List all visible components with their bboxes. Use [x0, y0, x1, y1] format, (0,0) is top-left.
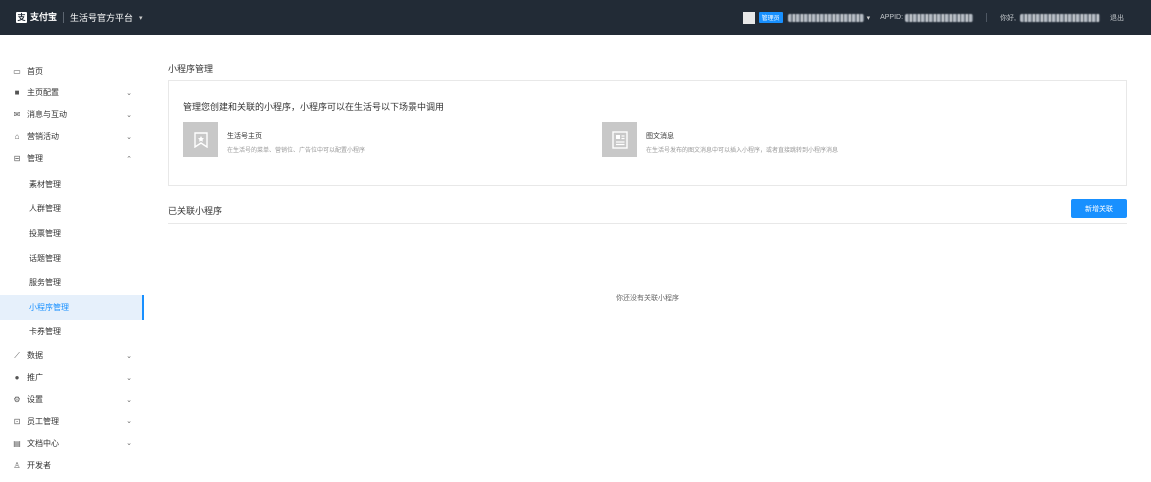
chevron-down-icon[interactable]: ⌄ [126, 352, 132, 360]
mail-icon: ✉ [13, 110, 21, 120]
grid-icon: ■ [14, 88, 20, 98]
sidebar-item-top-0[interactable]: ▭ 首页 [0, 60, 144, 82]
sidebar-item-label: 营销活动 [27, 132, 59, 142]
linked-section-title: 已关联小程序 [168, 206, 223, 216]
logo[interactable]: 支 支付宝 [16, 12, 57, 23]
main-content: 小程序管理 管理您创建和关联的小程序，小程序可以在生活号以下场景中调用 生活号主… [144, 35, 1151, 482]
chevron-up-icon[interactable]: ⌃ [126, 155, 132, 163]
alipay-logo-icon: 支 [16, 12, 27, 23]
promote-icon: ● [14, 373, 20, 383]
admin-badge: 管理员 [758, 12, 783, 23]
chevron-down-icon[interactable]: ⌄ [126, 439, 132, 447]
feature-title: 生活号主页 [227, 133, 262, 140]
intro-title: 管理您创建和关联的小程序，小程序可以在生活号以下场景中调用 [183, 102, 445, 112]
sidebar: ▭ 首页 ■ 主页配置 ⌄ ✉ 消息与互动 ⌄ ⌂ 营销活动 ⌄ ⊟ 管理 ⌃ 素材管理 人群管理 投票管理 话题… [0, 35, 144, 482]
feature-desc: 在生活号发布的图文消息中可以插入小程序，或者直接跳转到小程序消息 [646, 148, 839, 154]
sidebar-item-bottom-5[interactable]: ♙ 开发者 [0, 454, 144, 476]
sidebar-item-top-1[interactable]: ■ 主页配置 ⌄ [0, 82, 144, 104]
chevron-down-icon[interactable]: ⌄ [126, 417, 132, 425]
sidebar-subitem-1[interactable]: 人群管理 [0, 197, 144, 222]
greeting-label: 你好, [1000, 14, 1016, 22]
chevron-down-icon[interactable]: ⌄ [126, 111, 132, 119]
article-icon [602, 122, 637, 157]
logo-divider [63, 12, 65, 23]
sidebar-item-label: 员工管理 [27, 416, 59, 426]
gift-icon: ⌂ [14, 132, 20, 142]
chevron-down-icon[interactable]: ⌄ [126, 133, 132, 141]
sidebar-item-label: 首页 [27, 66, 43, 76]
bookmark-icon [183, 122, 218, 157]
feature-home: 生活号主页 在生活号的菜单、营销位、广告位中可以配置小程序 [183, 122, 365, 157]
settings-icon: ⚙ [13, 395, 21, 404]
sidebar-item-label: 主页配置 [27, 88, 59, 98]
sidebar-item-label: 推广 [27, 373, 43, 383]
divider [168, 223, 1127, 224]
account-area: 管理员 ▾ APPID: 你好, 退出 [742, 11, 1129, 24]
avatar[interactable] [742, 11, 755, 24]
sidebar-subitem-6[interactable]: 卡券管理 [0, 320, 144, 345]
appid-label: APPID: [880, 14, 904, 21]
developer-icon: ♙ [13, 460, 21, 470]
sidebar-item-label: 文档中心 [27, 438, 59, 448]
sidebar-item-label: 消息与互动 [27, 110, 67, 120]
intro-card: 管理您创建和关联的小程序，小程序可以在生活号以下场景中调用 生活号主页 在生活号… [168, 80, 1127, 186]
appid-value-redacted [905, 13, 974, 22]
sidebar-item-bottom-2[interactable]: ⚙ 设置 ⌄ [0, 389, 144, 411]
manage-icon: ⊟ [13, 154, 21, 164]
sidebar-item-top-2[interactable]: ✉ 消息与互动 ⌄ [0, 104, 144, 126]
empty-state-text: 你还没有关联小程序 [616, 295, 679, 302]
chevron-down-icon[interactable]: ⌄ [126, 374, 132, 382]
account-name-redacted[interactable] [787, 13, 864, 22]
feature-article: 图文消息 在生活号发布的图文消息中可以插入小程序，或者直接跳转到小程序消息 [602, 122, 838, 157]
top-bar: 支 支付宝 生活号官方平台 ▾ 管理员 ▾ APPID: 你好, 退出 [0, 0, 1151, 35]
chevron-down-icon[interactable]: ▾ [139, 14, 143, 22]
add-link-button[interactable]: 新增关联 [1071, 199, 1127, 218]
feature-desc: 在生活号的菜单、营销位、广告位中可以配置小程序 [227, 148, 366, 154]
account-chevron-icon[interactable]: ▾ [867, 14, 871, 22]
sidebar-item-label: 开发者 [27, 460, 51, 470]
monitor-icon: ▭ [13, 66, 21, 76]
chevron-down-icon[interactable]: ⌄ [126, 396, 132, 404]
staff-icon: ⊡ [13, 416, 21, 426]
sidebar-item-label: 数据 [27, 351, 43, 361]
greeting: 你好, [1000, 13, 1100, 23]
sidebar-item-top-4[interactable]: ⊟ 管理 ⌃ [0, 148, 144, 170]
appid: APPID: [880, 13, 974, 22]
user-name-redacted [1020, 13, 1100, 22]
sidebar-subitem-4[interactable]: 服务管理 [0, 270, 144, 295]
top-divider [986, 13, 988, 22]
sidebar-item-top-3[interactable]: ⌂ 营销活动 ⌄ [0, 126, 144, 148]
platform-name[interactable]: 生活号官方平台 [70, 11, 133, 24]
sidebar-item-bottom-0[interactable]: ⟋ 数据 ⌄ [0, 345, 144, 367]
sidebar-item-bottom-4[interactable]: ▤ 文档中心 ⌄ [0, 432, 144, 454]
sidebar-item-bottom-3[interactable]: ⊡ 员工管理 ⌄ [0, 410, 144, 432]
chart-icon: ⟋ [14, 350, 20, 360]
logout-link[interactable]: 退出 [1110, 13, 1124, 23]
logo-text: 支付宝 [30, 12, 58, 22]
sidebar-item-label: 设置 [27, 395, 43, 404]
feature-title: 图文消息 [646, 133, 674, 140]
sidebar-item-bottom-1[interactable]: ● 推广 ⌄ [0, 367, 144, 389]
document-icon: ▤ [13, 438, 21, 448]
chevron-down-icon[interactable]: ⌄ [126, 89, 132, 97]
sidebar-subitem-3[interactable]: 话题管理 [0, 246, 144, 271]
page-title: 小程序管理 [168, 64, 214, 74]
sidebar-subitem-5[interactable]: 小程序管理 [0, 295, 144, 320]
sidebar-item-label: 管理 [27, 154, 43, 164]
sidebar-subitem-0[interactable]: 素材管理 [0, 172, 144, 197]
sidebar-subitem-2[interactable]: 投票管理 [0, 221, 144, 246]
